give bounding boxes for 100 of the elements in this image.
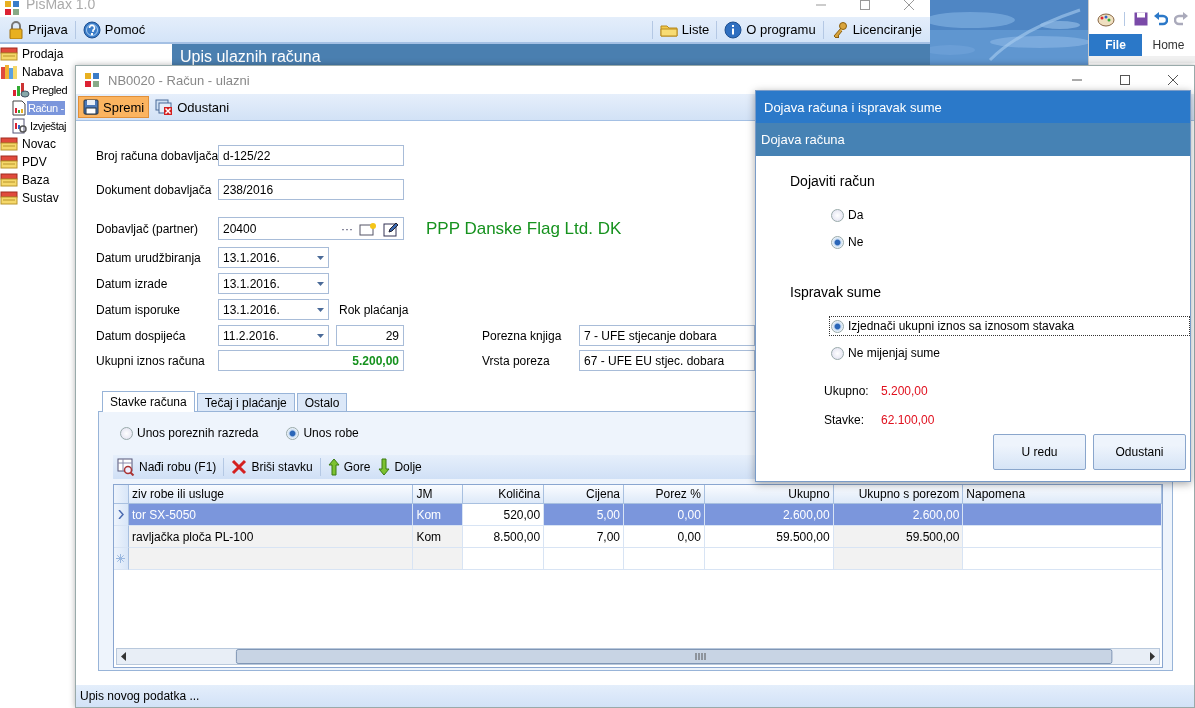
info-icon	[724, 20, 743, 39]
table-cell: 8.500,00	[463, 526, 545, 548]
section-title: Dojaviti račun	[790, 173, 876, 191]
lock-icon	[8, 20, 24, 39]
radio-button[interactable]	[831, 319, 844, 333]
find-icon	[117, 458, 135, 476]
ribbon-tab[interactable]: File	[1089, 34, 1142, 56]
dialog-title: Dojava računa i ispravak sume	[756, 91, 1190, 123]
text-field[interactable]: 238/2016	[218, 179, 404, 200]
table-cell: 59.500,00	[704, 526, 834, 548]
radio-button[interactable]	[831, 346, 844, 360]
toolbar-button[interactable]: Gore	[323, 456, 375, 478]
partner-field[interactable]: 20400 ···	[218, 217, 404, 240]
folder-icon	[659, 22, 678, 37]
tab[interactable]: Stavke računa	[102, 391, 195, 412]
floppy-icon	[1134, 12, 1148, 26]
partner-name: PPP Danske Flag Ltd. DK	[426, 218, 622, 239]
selected-row[interactable]: tor SX-5050 Kom 520,00 5,00 0,00 2.600,00 2.600,00	[114, 504, 1162, 526]
select-field[interactable]: 7 - UFE stjecanje dobara	[579, 325, 755, 346]
tree-item[interactable]: PDV	[20, 154, 49, 170]
radio-option[interactable]: Da	[829, 205, 1190, 225]
toolbar-button[interactable]: Dolje	[374, 456, 426, 478]
horizontal-scrollbar[interactable]	[116, 648, 1160, 665]
toolbar-button[interactable]: Liste	[655, 20, 714, 39]
books-icon	[0, 64, 18, 80]
caret-icon	[317, 281, 324, 286]
text-field[interactable]: d-125/22	[218, 145, 404, 166]
app-icon	[84, 72, 100, 88]
tree-item[interactable]: Pregled	[31, 83, 69, 97]
sum-label: Stavke:	[824, 413, 866, 427]
table-cell: Kom	[413, 504, 464, 526]
tree-item[interactable]: Novac	[20, 136, 58, 152]
toolbar-button[interactable]: Spremi	[78, 96, 150, 118]
toolbar-button[interactable]: Pomoć	[78, 18, 150, 41]
radio-option[interactable]: Ne mijenjaj sume	[829, 343, 1190, 363]
toolbar-button[interactable]: Odustani	[151, 96, 234, 118]
table-cell: Kom	[413, 526, 464, 548]
radio-option[interactable]: Unos poreznih razreda	[118, 425, 261, 441]
undo-icon	[1154, 12, 1168, 26]
tab[interactable]: Ostalo	[296, 393, 348, 411]
edit-icon	[383, 220, 399, 237]
radio-button[interactable]	[831, 208, 844, 222]
tree-item[interactable]: Izvještaj	[29, 119, 68, 133]
number-field[interactable]: 29	[336, 325, 404, 346]
field-label: Rok plaćanja	[339, 302, 409, 317]
date-field[interactable]: 13.1.2016.	[218, 273, 329, 294]
redo-icon	[1174, 12, 1188, 26]
select-field[interactable]: 67 - UFE EU stjec. dobara	[579, 350, 755, 371]
report-icon	[12, 118, 28, 134]
maximize-icon	[860, 0, 870, 10]
total-field: 5.200,00	[218, 350, 404, 371]
field-label: Datum urudžbiranja	[96, 250, 202, 265]
ledger-icon	[0, 137, 18, 151]
close-icon	[1168, 75, 1178, 85]
section-title: Ispravak sume	[790, 284, 883, 302]
radio-option[interactable]: Unos robe	[284, 425, 361, 441]
date-field[interactable]: 11.2.2016.	[218, 325, 329, 346]
radio-option[interactable]: Izjednači ukupni iznos sa iznosom stavaka	[829, 316, 1190, 336]
row-header[interactable]	[114, 504, 129, 526]
sum-value: 62.100,00	[881, 413, 935, 427]
tree-item[interactable]: Sustav	[20, 190, 61, 206]
radio-button[interactable]	[120, 426, 133, 440]
toolbar-button[interactable]: Briši stavku	[227, 457, 317, 477]
table-cell: 59.500,00	[833, 526, 964, 548]
table-cell: 2.600,00	[704, 504, 834, 526]
dialog-button[interactable]: U redu	[993, 434, 1086, 470]
tree-item[interactable]: Nabava	[20, 64, 66, 80]
status-text: Upis novog podatka ...	[76, 685, 1194, 707]
field-label: Datum dospijeća	[96, 328, 187, 343]
new-row-icon	[116, 554, 126, 563]
date-field[interactable]: 13.1.2016.	[218, 247, 329, 268]
tab[interactable]: Tečaj i plaćanje	[196, 393, 295, 411]
app-icon	[4, 0, 20, 16]
tree-item[interactable]: Baza	[20, 172, 52, 188]
radio-button[interactable]	[286, 426, 300, 440]
field-label: Dokument dobavljača	[96, 182, 213, 197]
radio-option[interactable]: Ne	[829, 232, 1190, 252]
radio-button[interactable]	[831, 235, 844, 249]
caret-icon	[317, 307, 324, 312]
toolbar-button[interactable]: Licenciranje	[826, 18, 926, 41]
field-label: Datum izrade	[96, 276, 169, 291]
date-field[interactable]: 13.1.2016.	[218, 299, 329, 320]
dialog-header: Dojava računa	[756, 123, 1190, 156]
tree-item[interactable]: Prodaja	[20, 46, 66, 62]
table-cell: ravljačka ploča PL-100	[128, 526, 414, 548]
maximize-icon	[1120, 75, 1130, 85]
delete-icon	[231, 459, 248, 475]
browse-button[interactable]: ···	[341, 221, 353, 236]
ledger-icon	[0, 155, 18, 169]
toolbar-button[interactable]: Nađi robu (F1)	[113, 456, 221, 478]
field-label: Dobavljač (partner)	[96, 221, 200, 236]
dialog-button[interactable]: Odustani	[1093, 434, 1186, 470]
caret-icon	[317, 333, 324, 338]
down-arrow-icon	[378, 458, 391, 476]
toolbar-button[interactable]: Prijava	[4, 18, 72, 41]
corner-header	[114, 485, 129, 504]
row-header[interactable]	[114, 548, 129, 570]
toolbar-button[interactable]: O programu	[720, 18, 820, 41]
sum-label: Ukupno:	[824, 384, 870, 398]
field-label: Vrsta poreza	[482, 353, 551, 368]
